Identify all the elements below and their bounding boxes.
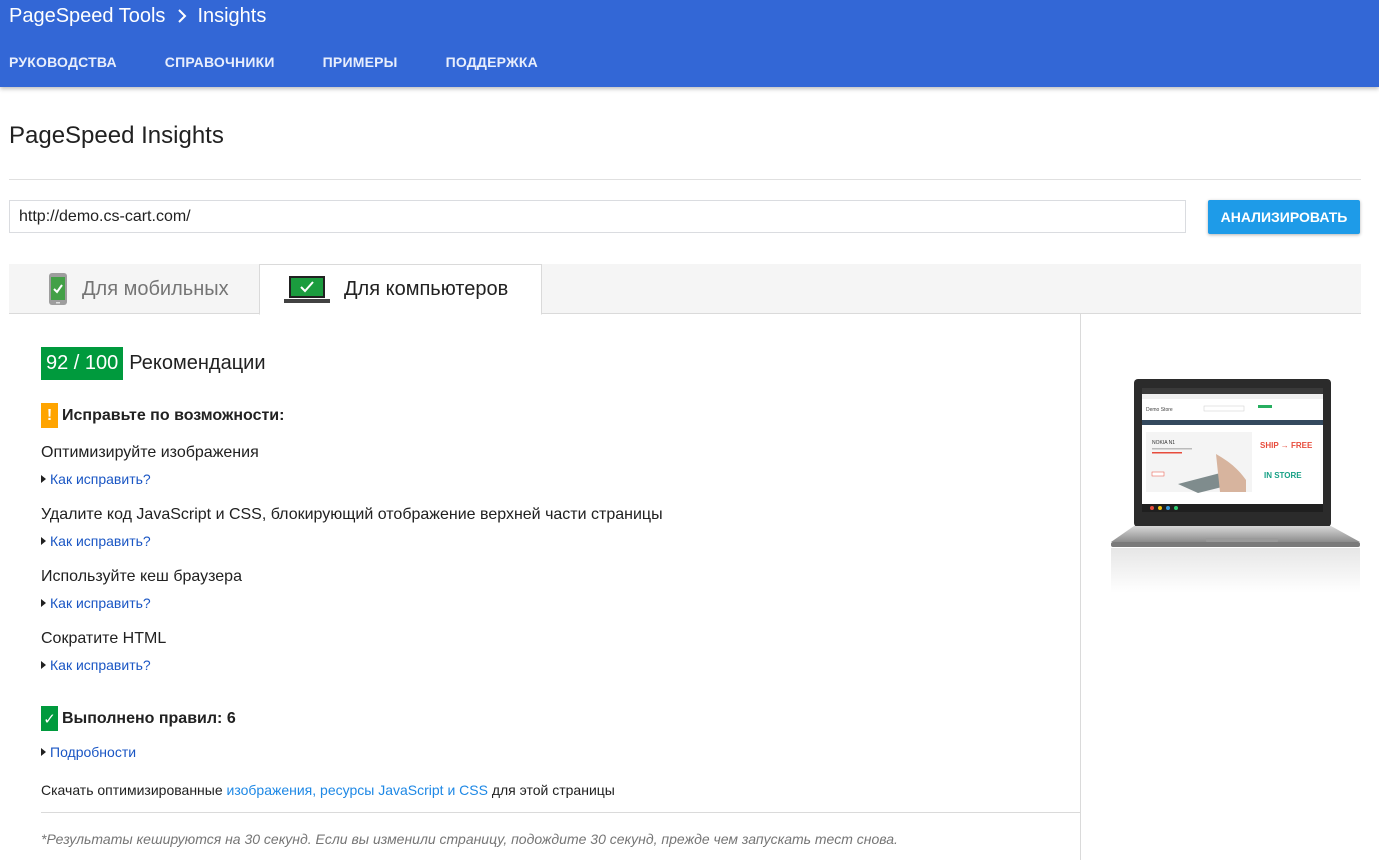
download-line: Скачать оптимизированные изображения, ре… [41, 782, 615, 798]
tab-desktop-label: Для компьютеров [344, 278, 509, 300]
triangle-right-icon [41, 475, 46, 483]
rule-title: Удалите код JavaScript и CSS, блокирующи… [41, 506, 663, 523]
preview-logo: Demo Store [1146, 407, 1173, 413]
rule-title: Сократите HTML [41, 630, 167, 647]
how-to-fix-link[interactable]: Как исправить? [41, 595, 151, 611]
breadcrumb: PageSpeed Tools Insights [9, 4, 266, 28]
nav-reference[interactable]: СПРАВОЧНИКИ [165, 54, 275, 70]
link-label: Как исправить? [50, 595, 151, 611]
score-badge: 92 / 100 [41, 347, 124, 380]
device-tabs: Для мобильных Для компьютеров [9, 264, 1361, 315]
rule-title: Используйте кеш браузера [41, 568, 242, 585]
nav-support[interactable]: ПОДДЕРЖКА [446, 54, 538, 70]
tab-mobile-label: Для мобильных [82, 277, 229, 300]
preview-store-text: IN STORE [1264, 471, 1302, 480]
page-title: PageSpeed Insights [9, 122, 224, 149]
fix-section-heading: ! Исправьте по возможности: [41, 403, 284, 428]
triangle-right-icon [41, 748, 46, 756]
nav-samples[interactable]: ПРИМЕРЫ [323, 54, 398, 70]
content-divider [1080, 314, 1081, 860]
link-label: Как исправить? [50, 657, 151, 673]
nav-guides[interactable]: РУКОВОДСТВА [9, 54, 117, 70]
breadcrumb-section[interactable]: Insights [197, 5, 266, 28]
how-to-fix-link[interactable]: Как исправить? [41, 657, 151, 673]
link-label: Как исправить? [50, 471, 151, 487]
link-label: Как исправить? [50, 533, 151, 549]
check-icon: ✓ [41, 706, 58, 731]
fix-section-title: Исправьте по возможности: [62, 406, 285, 424]
tab-mobile[interactable]: Для мобильных [9, 264, 259, 314]
analyze-button[interactable]: АНАЛИЗИРОВАТЬ [1208, 200, 1360, 234]
passed-section-heading: ✓ Выполнено правил: 6 [41, 706, 236, 731]
passed-section-title: Выполнено правил: 6 [62, 709, 236, 727]
preview-promo-title: NOKIA N1 [1152, 440, 1175, 446]
chevron-right-icon [177, 9, 187, 23]
download-resources-link[interactable]: изображения, ресурсы JavaScript и CSS [227, 782, 488, 798]
how-to-fix-link[interactable]: Как исправить? [41, 533, 151, 549]
score-row: 92 / 100 Рекомендации [41, 347, 266, 380]
top-app-bar: PageSpeed Tools Insights РУКОВОДСТВА СПР… [0, 0, 1379, 87]
details-link[interactable]: Подробности [41, 744, 136, 760]
breadcrumb-product[interactable]: PageSpeed Tools [9, 5, 165, 28]
preview-ship-text: SHIP → FREE [1260, 441, 1313, 450]
download-suffix: для этой страницы [487, 782, 615, 798]
link-label: Подробности [50, 744, 137, 760]
laptop-icon [284, 275, 330, 305]
rule-title: Оптимизируйте изображения [41, 444, 259, 461]
tab-desktop[interactable]: Для компьютеров [259, 264, 542, 315]
score-label: Рекомендации [129, 352, 266, 374]
divider [41, 812, 1080, 813]
url-input[interactable] [9, 200, 1186, 233]
desktop-preview-screenshot: Demo Store NOKIA N1 SHIP → FREE IN STORE [1108, 376, 1363, 596]
triangle-right-icon [41, 537, 46, 545]
cache-footnote: *Результаты кешируются на 30 секунд. Есл… [41, 831, 898, 847]
triangle-right-icon [41, 599, 46, 607]
triangle-right-icon [41, 661, 46, 669]
mobile-phone-icon [48, 272, 68, 306]
how-to-fix-link[interactable]: Как исправить? [41, 471, 151, 487]
warning-icon: ! [41, 403, 58, 428]
download-prefix: Скачать оптимизированные [41, 782, 227, 798]
top-nav: РУКОВОДСТВА СПРАВОЧНИКИ ПРИМЕРЫ ПОДДЕРЖК… [9, 54, 586, 70]
divider [9, 179, 1361, 180]
